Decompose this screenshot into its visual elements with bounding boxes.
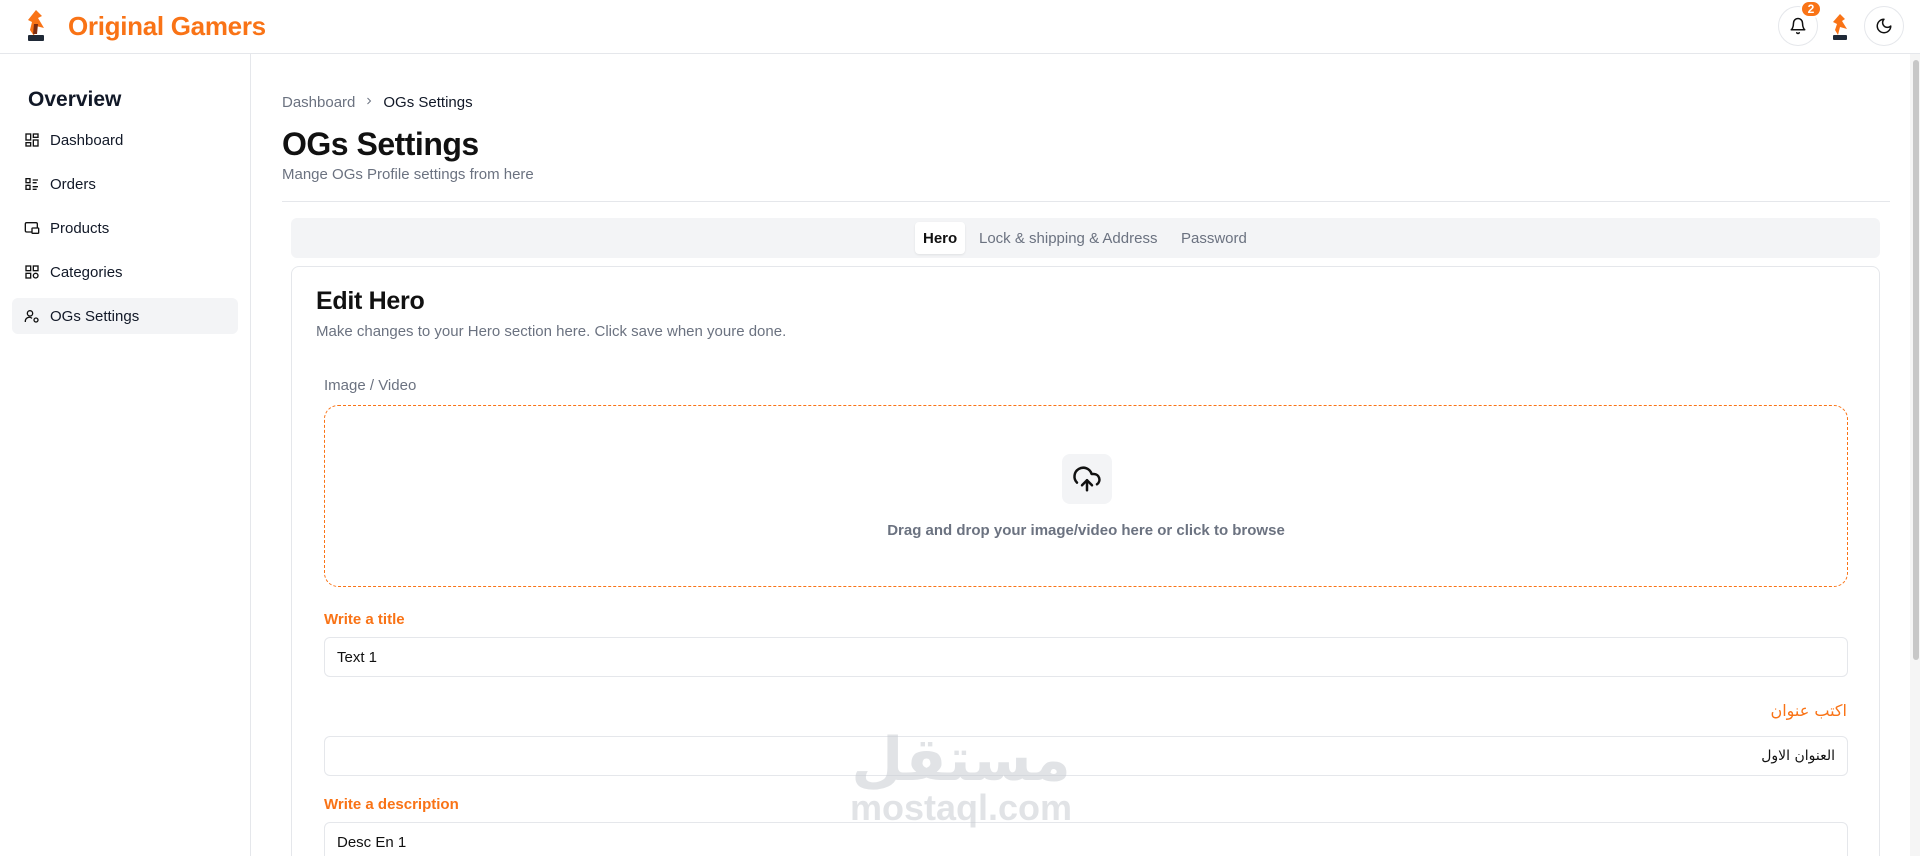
sidebar-item-label: Categories: [50, 263, 123, 281]
sidebar: Overview Dashboard Orders Products Categ…: [0, 54, 251, 856]
divider: [282, 201, 1890, 202]
settings-tabs: Hero Lock & shipping & Address Password: [291, 218, 1880, 258]
chevron-right-icon: [363, 94, 375, 111]
brand[interactable]: Original Gamers: [22, 8, 266, 44]
notification-count-badge: 2: [1800, 0, 1822, 18]
brand-name: Original Gamers: [68, 10, 266, 41]
title-ar-label: اكتب عنوان: [1770, 701, 1847, 720]
title-en-input[interactable]: [324, 637, 1848, 677]
sidebar-item-dashboard[interactable]: Dashboard: [12, 122, 238, 158]
sidebar-item-products[interactable]: Products: [12, 210, 238, 246]
list-icon: [24, 176, 40, 192]
categories-icon: [24, 264, 40, 280]
scrollbar-thumb[interactable]: [1913, 60, 1919, 660]
upload-cloud-icon: [1062, 454, 1112, 504]
sidebar-item-label: Dashboard: [50, 131, 124, 149]
grid-icon: [24, 132, 40, 148]
tab-password[interactable]: Password: [1173, 222, 1255, 254]
sidebar-title: Overview: [28, 88, 122, 111]
sidebar-item-categories[interactable]: Categories: [12, 254, 238, 290]
title-en-label: Write a title: [324, 611, 405, 628]
edit-hero-card: Edit Hero Make changes to your Hero sect…: [291, 266, 1880, 856]
media-dropzone[interactable]: Drag and drop your image/video here or c…: [324, 405, 1848, 587]
title-ar-input[interactable]: [324, 736, 1848, 776]
brand-logo-icon: [28, 10, 44, 41]
tab-lock-shipping-address[interactable]: Lock & shipping & Address: [971, 222, 1165, 254]
description-en-input[interactable]: [324, 822, 1848, 856]
page-subtitle: Mange OGs Profile settings from here: [282, 166, 534, 183]
media-label: Image / Video: [324, 377, 417, 394]
breadcrumb-root-link[interactable]: Dashboard: [282, 94, 355, 111]
card-title: Edit Hero: [316, 287, 425, 315]
sidebar-item-label: OGs Settings: [50, 307, 140, 325]
card-subtitle: Make changes to your Hero section here. …: [316, 323, 787, 340]
user-settings-icon: [24, 308, 40, 324]
sidebar-item-label: Products: [50, 219, 110, 237]
bell-icon: [1790, 17, 1806, 35]
theme-toggle-button[interactable]: [1864, 6, 1904, 46]
avatar[interactable]: [1828, 12, 1852, 42]
sidebar-item-orders[interactable]: Orders: [12, 166, 238, 202]
products-icon: [24, 220, 40, 236]
description-en-label: Write a description: [324, 796, 459, 813]
breadcrumb-current: OGs Settings: [383, 94, 473, 111]
sidebar-item-label: Orders: [50, 175, 96, 193]
moon-icon: [1876, 18, 1892, 34]
sidebar-item-ogs-settings[interactable]: OGs Settings: [12, 298, 238, 334]
top-bar: Original Gamers 2: [0, 0, 1920, 54]
breadcrumb: Dashboard OGs Settings: [282, 94, 473, 111]
tab-hero[interactable]: Hero: [915, 222, 966, 254]
dropzone-text: Drag and drop your image/video here or c…: [887, 522, 1285, 539]
page-title: OGs Settings: [282, 126, 479, 162]
